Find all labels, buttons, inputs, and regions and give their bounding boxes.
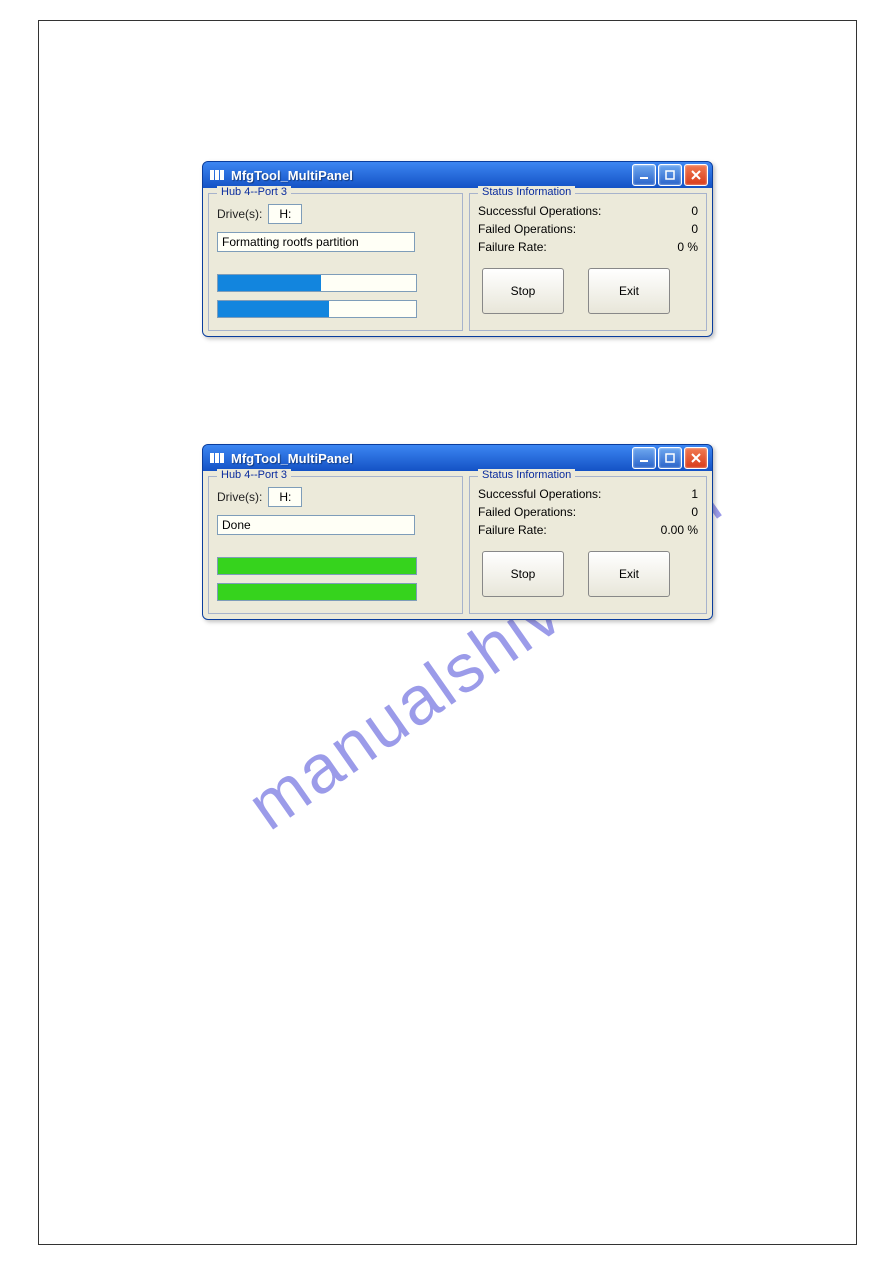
exit-button-label: Exit	[619, 284, 639, 298]
exit-button[interactable]: Exit	[588, 551, 670, 597]
progress-fill-2	[218, 301, 329, 317]
maximize-icon	[665, 170, 675, 180]
minimize-button[interactable]	[632, 164, 656, 186]
status-legend: Status Information	[478, 469, 575, 481]
maximize-button[interactable]	[658, 447, 682, 469]
window-title: MfgTool_MultiPanel	[231, 451, 353, 466]
stat-value: 0	[691, 204, 698, 218]
maximize-button[interactable]	[658, 164, 682, 186]
stat-label: Successful Operations:	[478, 487, 601, 501]
hub-group: Hub 4--Port 3 Drive(s): H: Formatting ro…	[208, 193, 463, 331]
app-icon	[209, 450, 225, 466]
close-button[interactable]	[684, 164, 708, 186]
close-icon	[691, 453, 701, 463]
stop-button-label: Stop	[511, 284, 536, 298]
drive-field[interactable]: H:	[268, 487, 302, 507]
stat-label: Failure Rate:	[478, 240, 547, 254]
status-group: Status Information Successful Operations…	[469, 193, 707, 331]
stat-label: Failure Rate:	[478, 523, 547, 537]
progress-bar-2	[217, 583, 417, 601]
hub-group: Hub 4--Port 3 Drive(s): H: Done	[208, 476, 463, 614]
window-title: MfgTool_MultiPanel	[231, 168, 353, 183]
app-icon	[209, 167, 225, 183]
stat-value: 0	[691, 222, 698, 236]
stat-label: Failed Operations:	[478, 505, 576, 519]
stop-button-label: Stop	[511, 567, 536, 581]
close-icon	[691, 170, 701, 180]
minimize-button[interactable]	[632, 447, 656, 469]
stat-value: 1	[691, 487, 698, 501]
stop-button[interactable]: Stop	[482, 551, 564, 597]
progress-bar-1	[217, 557, 417, 575]
titlebar[interactable]: MfgTool_MultiPanel	[203, 162, 712, 188]
status-legend: Status Information	[478, 186, 575, 198]
mfgtool-window-1: MfgTool_MultiPanel Hub 4--Port 3 Drive(s…	[202, 161, 713, 337]
status-field: Done	[217, 515, 415, 535]
close-button[interactable]	[684, 447, 708, 469]
status-field: Formatting rootfs partition	[217, 232, 415, 252]
stat-value: 0 %	[677, 240, 698, 254]
maximize-icon	[665, 453, 675, 463]
stat-label: Failed Operations:	[478, 222, 576, 236]
progress-fill-1	[218, 275, 321, 291]
stat-value: 0	[691, 505, 698, 519]
hub-legend: Hub 4--Port 3	[217, 469, 291, 481]
document-page: manualshive.com MfgTool_MultiPanel Hub 4…	[38, 20, 857, 1245]
exit-button[interactable]: Exit	[588, 268, 670, 314]
drives-label: Drive(s):	[217, 490, 262, 504]
minimize-icon	[639, 453, 649, 463]
titlebar[interactable]: MfgTool_MultiPanel	[203, 445, 712, 471]
stop-button[interactable]: Stop	[482, 268, 564, 314]
progress-bar-2	[217, 300, 417, 318]
hub-legend: Hub 4--Port 3	[217, 186, 291, 198]
progress-fill-2	[218, 584, 416, 600]
progress-fill-1	[218, 558, 416, 574]
exit-button-label: Exit	[619, 567, 639, 581]
stat-value: 0.00 %	[661, 523, 698, 537]
drive-field[interactable]: H:	[268, 204, 302, 224]
mfgtool-window-2: MfgTool_MultiPanel Hub 4--Port 3 Drive(s…	[202, 444, 713, 620]
minimize-icon	[639, 170, 649, 180]
progress-bar-1	[217, 274, 417, 292]
status-group: Status Information Successful Operations…	[469, 476, 707, 614]
stat-label: Successful Operations:	[478, 204, 601, 218]
drives-label: Drive(s):	[217, 207, 262, 221]
